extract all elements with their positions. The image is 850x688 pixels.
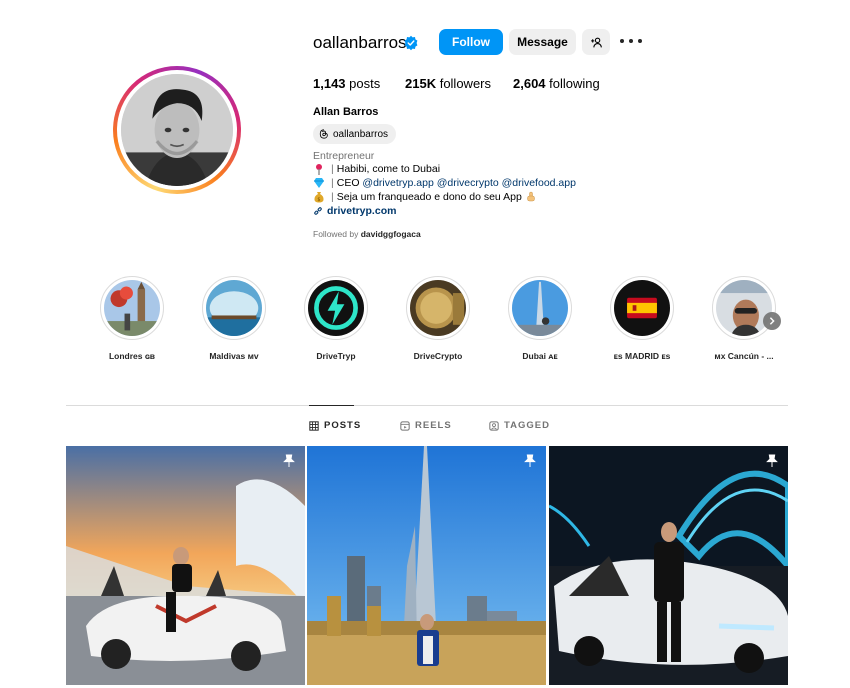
verified-badge-icon (404, 35, 418, 51)
tagged-icon (489, 420, 499, 431)
profile-avatar[interactable] (113, 66, 241, 194)
pin-location-icon (316, 164, 322, 175)
profile-full-name: Allan Barros (313, 106, 379, 118)
tab-tagged[interactable]: TAGGED (489, 420, 550, 431)
pin-icon (524, 454, 536, 467)
mention-link[interactable]: @drivefood.app (502, 177, 576, 189)
highlight-cover-drivetryp (308, 280, 364, 336)
profile-username: oallanbarros (313, 33, 407, 52)
mention-link[interactable]: @drivetryp.app (362, 177, 433, 189)
money-bag-icon: $ (314, 192, 324, 203)
chevron-right-icon (769, 317, 775, 325)
add-user-icon (590, 37, 602, 47)
profile-website-link[interactable]: drivetryp.com (313, 205, 396, 217)
post-tile[interactable] (66, 446, 305, 685)
highlight-label: DriveCrypto (413, 351, 463, 361)
post-image (66, 446, 305, 685)
followed-by[interactable]: Followed by davidggfogaca (313, 229, 421, 239)
highlight-cover-cancun (716, 280, 772, 336)
highlight-item[interactable]: ᴇs MADRID ᴇs (610, 276, 674, 361)
tab-posts[interactable]: POSTS (309, 420, 361, 431)
threads-icon (319, 129, 328, 139)
highlight-cover-madrid (614, 280, 670, 336)
following-count[interactable]: 2,604 following (513, 76, 600, 91)
highlight-item[interactable]: DriveCrypto (406, 276, 470, 361)
pin-icon (283, 454, 295, 467)
post-tile[interactable] (549, 446, 788, 685)
highlight-item[interactable]: DriveTryp (304, 276, 368, 361)
highlight-cover-london (104, 280, 160, 336)
link-icon (314, 207, 322, 215)
highlight-label: Dubai ᴀᴇ (522, 351, 558, 361)
highlight-item[interactable]: ᴍx Cancún - ... (712, 276, 776, 361)
grid-icon (309, 420, 319, 431)
svg-text:$: $ (317, 197, 320, 203)
avatar-image (121, 74, 233, 186)
highlight-label: Maldivas ᴍᴠ (209, 351, 259, 361)
post-tile[interactable] (307, 446, 546, 685)
diamond-icon (314, 178, 324, 188)
bio-line: | Habibi, come to Dubai (313, 163, 440, 175)
pin-icon (766, 454, 778, 467)
highlight-cover-drivecrypto (410, 280, 466, 336)
post-image (549, 446, 788, 685)
mention-link[interactable]: @drivecrypto (437, 177, 499, 189)
active-tab-indicator (309, 405, 354, 406)
highlights-next-button[interactable] (763, 312, 781, 330)
threads-badge[interactable]: oallanbarros (313, 124, 397, 144)
follow-button[interactable]: Follow (439, 29, 503, 55)
tab-reels[interactable]: REELS (400, 420, 452, 431)
more-horizontal-icon[interactable] (620, 33, 642, 49)
tabs-divider (66, 405, 788, 406)
post-image (307, 446, 546, 685)
reels-icon (400, 420, 410, 431)
highlight-label: ᴍx Cancún - ... (714, 351, 774, 361)
highlight-cover-dubai (512, 280, 568, 336)
profile-category: Entrepreneur (313, 150, 375, 162)
highlight-label: Londres ɢʙ (108, 351, 156, 361)
posts-count: 1,143 posts (313, 76, 381, 91)
highlight-label: DriveTryp (316, 351, 356, 361)
highlight-item[interactable]: Londres ɢʙ (100, 276, 164, 361)
highlight-item[interactable]: Maldivas ᴍᴠ (202, 276, 266, 361)
pointing-down-icon (526, 191, 535, 202)
highlight-item[interactable]: Dubai ᴀᴇ (508, 276, 572, 361)
bio-line: $ | Seja um franqueado e dono do seu App (313, 191, 540, 203)
suggest-users-button[interactable] (582, 29, 610, 55)
message-button[interactable]: Message (509, 29, 576, 55)
highlight-cover-maldives (206, 280, 262, 336)
followers-count[interactable]: 215K followers (405, 76, 491, 91)
highlight-label: ᴇs MADRID ᴇs (613, 351, 671, 361)
bio-line: | CEO @drivetryp.app @drivecrypto @drive… (313, 177, 576, 189)
